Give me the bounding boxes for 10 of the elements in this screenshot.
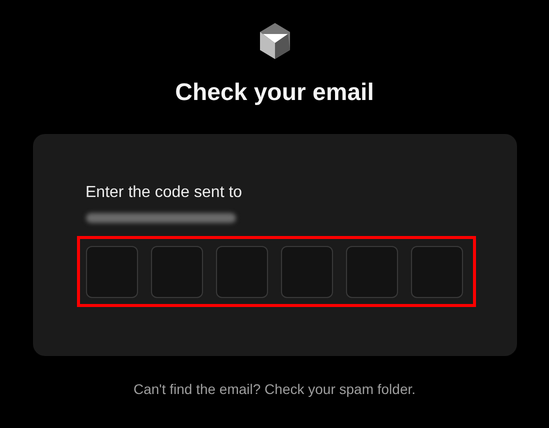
code-digit-field[interactable] [150, 246, 202, 298]
help-text: Can't find the email? Check your spam folder. [133, 381, 416, 397]
code-digit-field[interactable] [410, 246, 462, 298]
page-title: Check your email [175, 78, 374, 108]
cube-logo-icon [258, 22, 292, 60]
code-digit-field[interactable] [346, 246, 398, 298]
code-digit-field[interactable] [216, 246, 268, 298]
code-digit-field[interactable] [86, 246, 138, 298]
code-digit-field[interactable] [280, 246, 332, 298]
instruction-text: Enter the code sent to [86, 183, 242, 203]
